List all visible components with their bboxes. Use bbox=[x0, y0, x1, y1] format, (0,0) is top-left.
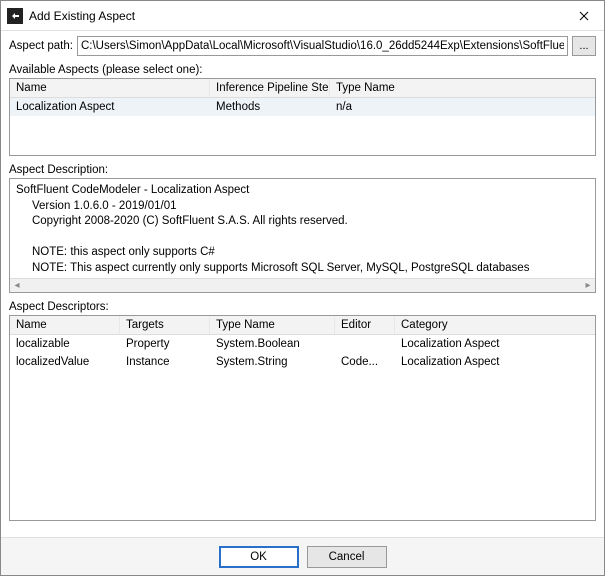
close-button[interactable] bbox=[564, 1, 604, 31]
available-aspects-grid: Name Inference Pipeline Step Type Name L… bbox=[9, 78, 596, 156]
aspect-path-label: Aspect path: bbox=[9, 40, 73, 52]
descriptors-header: Name Targets Type Name Editor Category bbox=[10, 316, 595, 335]
close-icon bbox=[579, 11, 589, 21]
col-name[interactable]: Name bbox=[10, 79, 210, 97]
window-title: Add Existing Aspect bbox=[29, 9, 564, 23]
titlebar: Add Existing Aspect bbox=[1, 1, 604, 31]
aspect-path-input[interactable] bbox=[77, 36, 568, 56]
cell-name: Localization Aspect bbox=[10, 98, 210, 116]
table-row[interactable]: Localization Aspect Methods n/a bbox=[10, 98, 595, 116]
scroll-left-icon[interactable]: ◂ bbox=[10, 280, 24, 291]
table-row[interactable]: localizable Property System.Boolean Loca… bbox=[10, 335, 595, 353]
aspect-path-row: Aspect path: ... bbox=[9, 36, 596, 56]
aspect-description-text: SoftFluent CodeModeler - Localization As… bbox=[10, 179, 595, 278]
cell-d-name: localizable bbox=[10, 335, 120, 353]
available-aspects-label: Available Aspects (please select one): bbox=[9, 64, 596, 76]
col-inference[interactable]: Inference Pipeline Step bbox=[210, 79, 330, 97]
cell-d-editor bbox=[335, 335, 395, 353]
table-row[interactable]: localizedValue Instance System.String Co… bbox=[10, 353, 595, 371]
cancel-button[interactable]: Cancel bbox=[307, 546, 387, 568]
cell-type: n/a bbox=[330, 98, 595, 116]
cell-d-category: Localization Aspect bbox=[395, 353, 595, 371]
cell-d-category: Localization Aspect bbox=[395, 335, 595, 353]
app-icon bbox=[7, 8, 23, 24]
dialog-footer: OK Cancel bbox=[1, 537, 604, 575]
col-d-targets[interactable]: Targets bbox=[120, 316, 210, 334]
available-aspects-header: Name Inference Pipeline Step Type Name bbox=[10, 79, 595, 98]
scroll-right-icon[interactable]: ▸ bbox=[581, 280, 595, 291]
aspect-descriptors-grid: Name Targets Type Name Editor Category l… bbox=[9, 315, 596, 521]
col-d-editor[interactable]: Editor bbox=[335, 316, 395, 334]
aspect-description-label: Aspect Description: bbox=[9, 164, 596, 176]
horizontal-scrollbar[interactable]: ◂ ▸ bbox=[10, 278, 595, 292]
aspect-description-box: SoftFluent CodeModeler - Localization As… bbox=[9, 178, 596, 293]
col-d-name[interactable]: Name bbox=[10, 316, 120, 334]
col-d-category[interactable]: Category bbox=[395, 316, 595, 334]
cell-d-type: System.String bbox=[210, 353, 335, 371]
cell-d-name: localizedValue bbox=[10, 353, 120, 371]
cell-d-targets: Instance bbox=[120, 353, 210, 371]
cell-d-targets: Property bbox=[120, 335, 210, 353]
col-type[interactable]: Type Name bbox=[330, 79, 595, 97]
cell-inference: Methods bbox=[210, 98, 330, 116]
cell-d-editor: Code... bbox=[335, 353, 395, 371]
aspect-descriptors-label: Aspect Descriptors: bbox=[9, 301, 596, 313]
ok-button[interactable]: OK bbox=[219, 546, 299, 568]
browse-button[interactable]: ... bbox=[572, 36, 596, 56]
cell-d-type: System.Boolean bbox=[210, 335, 335, 353]
col-d-type[interactable]: Type Name bbox=[210, 316, 335, 334]
